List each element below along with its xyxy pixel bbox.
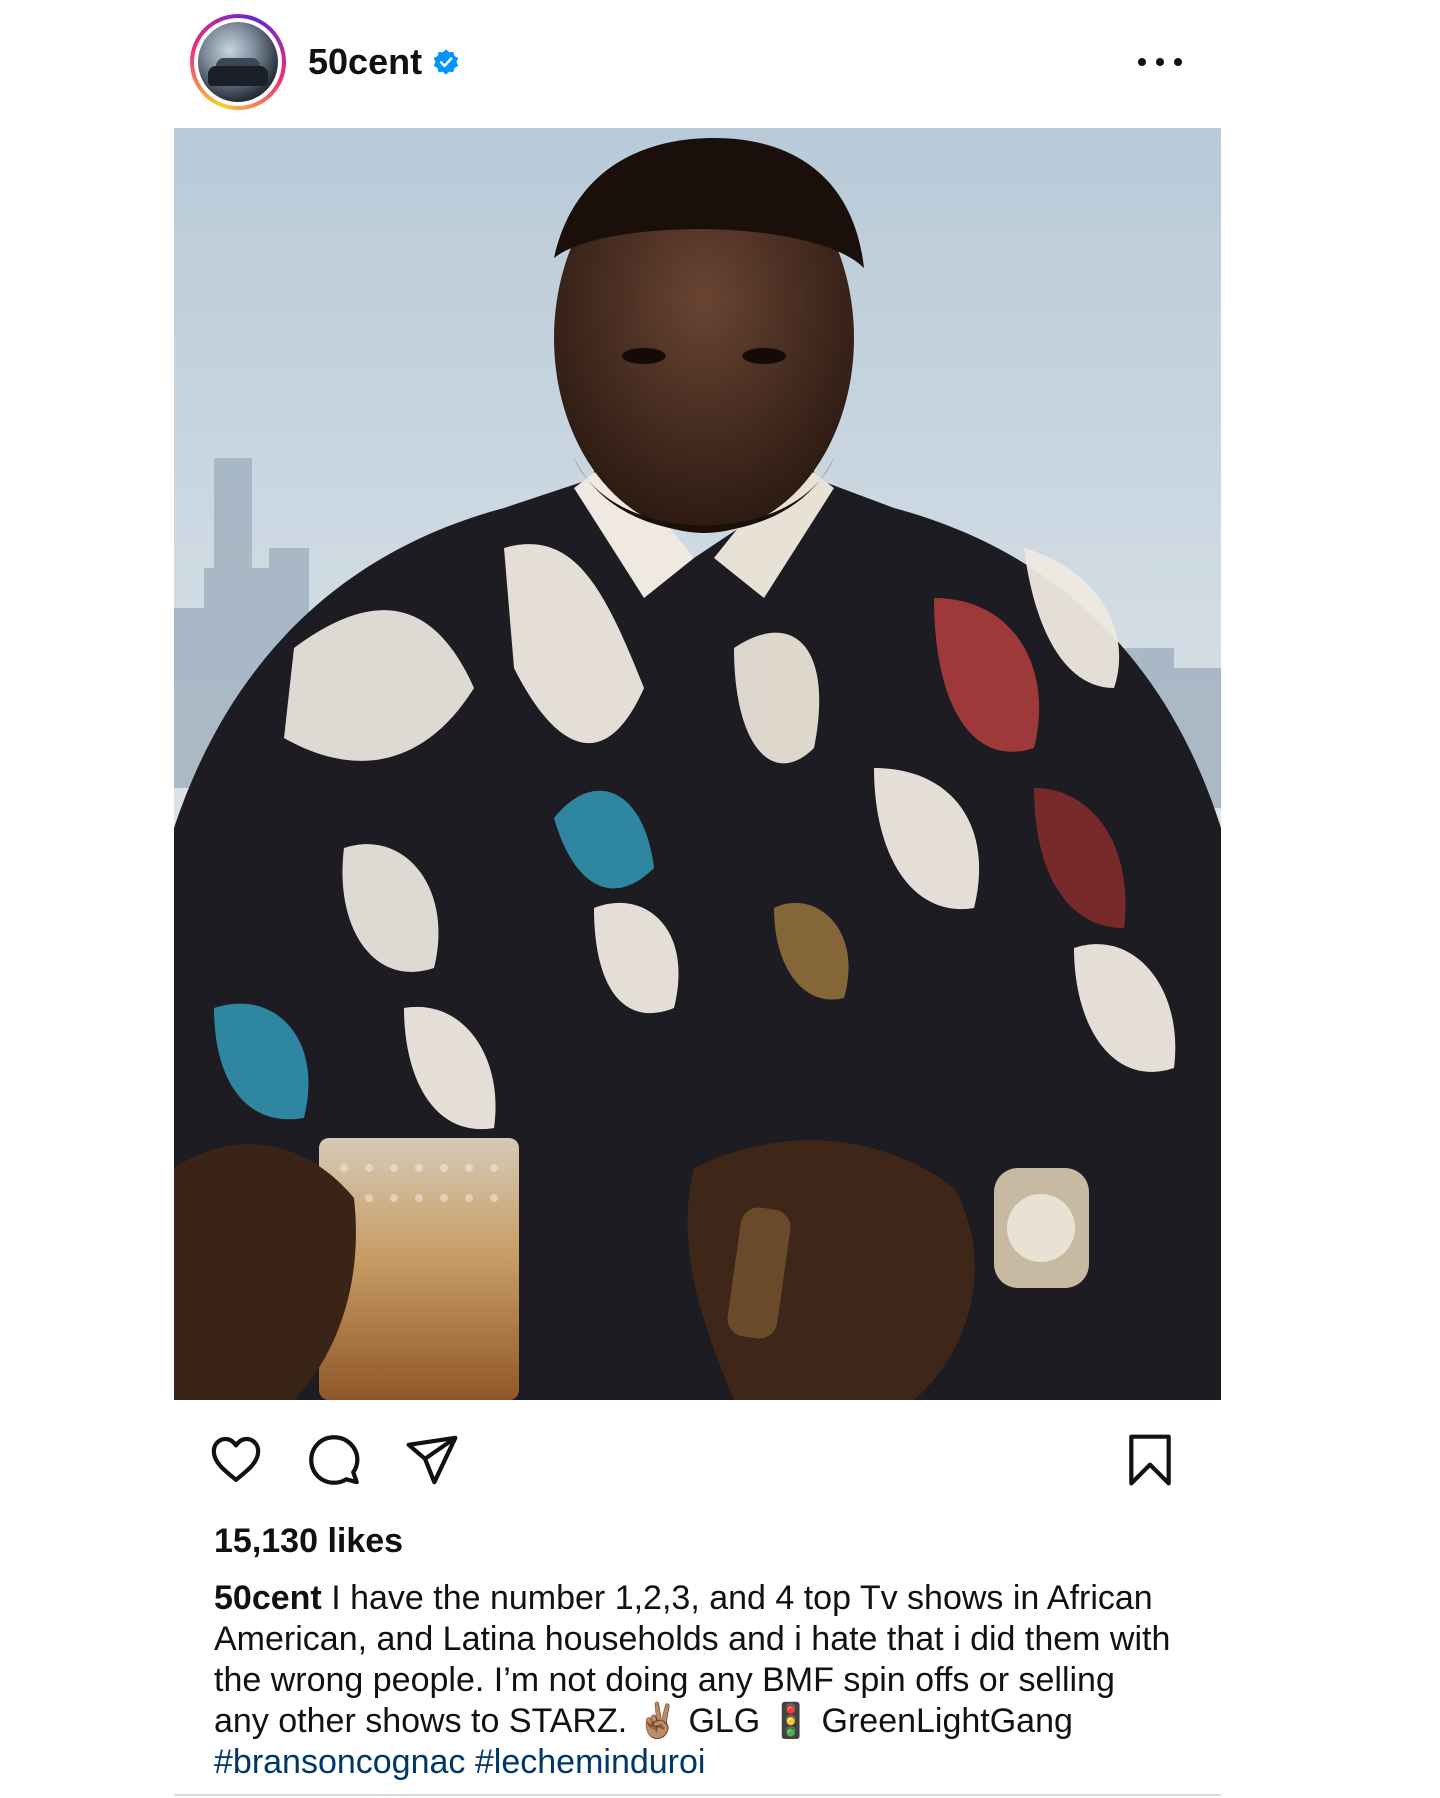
bookmark-icon[interactable] xyxy=(1122,1432,1178,1488)
instagram-post: 50cent 15,130 likes 50cent I have the nu… xyxy=(0,0,1440,1798)
divider xyxy=(174,1794,1221,1796)
post-actions xyxy=(208,1432,1178,1492)
verified-badge-icon xyxy=(433,49,459,75)
comment-icon[interactable] xyxy=(306,1432,362,1488)
story-ring[interactable] xyxy=(190,14,286,110)
post-header: 50cent xyxy=(190,12,1190,112)
heart-icon[interactable] xyxy=(208,1432,264,1488)
post-image[interactable] xyxy=(174,128,1221,1400)
traffic-light-emoji: 🚦 xyxy=(769,1701,813,1741)
caption-glg: GLG xyxy=(688,1702,761,1740)
hashtag-link[interactable]: #lecheminduroi xyxy=(475,1743,706,1781)
caption-greenlightgang: GreenLightGang xyxy=(821,1702,1073,1740)
username-link[interactable]: 50cent xyxy=(308,41,422,83)
more-horizontal-icon[interactable] xyxy=(1130,44,1190,80)
post-caption: 50cent I have the number 1,2,3, and 4 to… xyxy=(214,1578,1174,1783)
send-icon[interactable] xyxy=(404,1432,460,1488)
post-photo-illustration xyxy=(174,128,1221,1400)
avatar[interactable] xyxy=(198,22,278,102)
hashtag-link[interactable]: #bransoncognac xyxy=(214,1743,465,1781)
caption-username[interactable]: 50cent xyxy=(214,1579,322,1617)
likes-count[interactable]: 15,130 likes xyxy=(214,1522,403,1561)
peace-emoji: ✌🏽 xyxy=(636,1701,679,1741)
